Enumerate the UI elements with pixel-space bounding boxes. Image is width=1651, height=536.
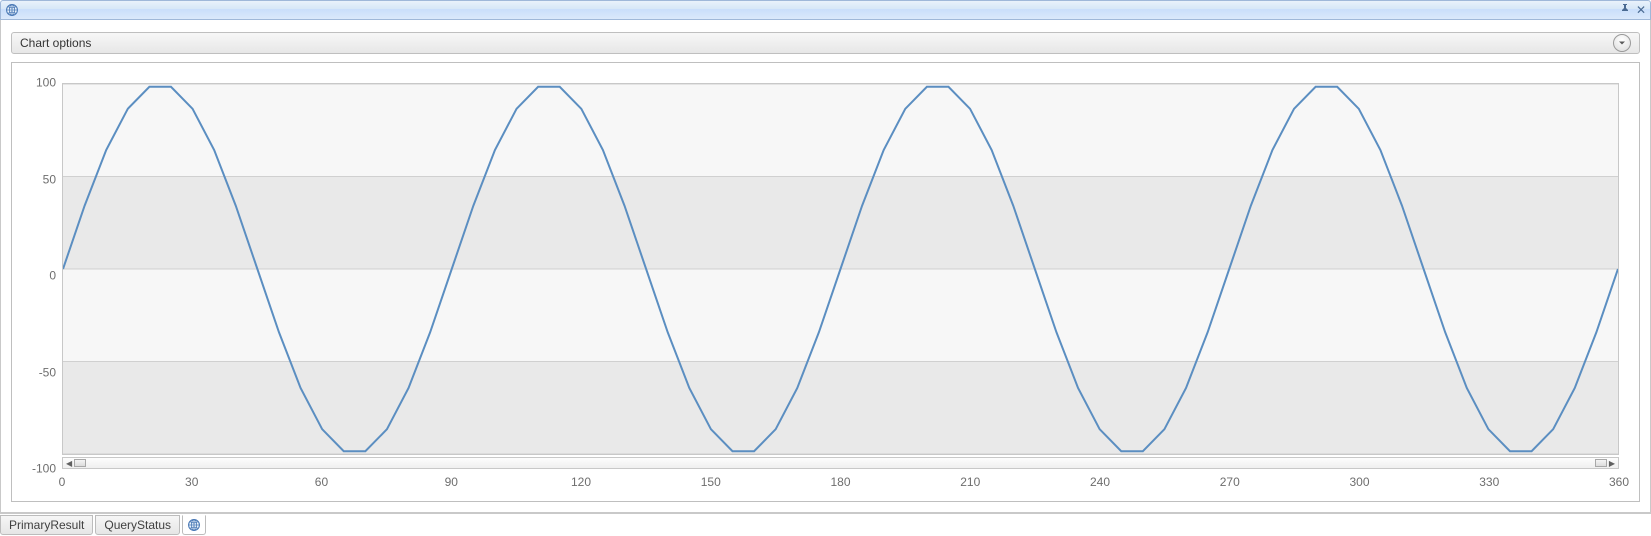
x-tick-label: 150 bbox=[701, 475, 721, 489]
x-tick-label: 30 bbox=[185, 475, 198, 489]
panel-title-bar: ✕ bbox=[0, 0, 1651, 20]
x-tick-label: 90 bbox=[445, 475, 458, 489]
tab-chart[interactable] bbox=[182, 515, 206, 535]
range-right-arrow-icon[interactable]: ▶ bbox=[1607, 459, 1617, 468]
x-tick-label: 360 bbox=[1609, 475, 1629, 489]
panel-body: Chart options 100500-50-100 ◀ bbox=[0, 20, 1651, 513]
x-axis: 0306090120150180210240270300330360 bbox=[62, 471, 1619, 497]
x-tick-label: 300 bbox=[1349, 475, 1369, 489]
x-tick-label: 120 bbox=[571, 475, 591, 489]
globe-icon bbox=[187, 518, 201, 532]
tab-primary-result-label: PrimaryResult bbox=[9, 518, 84, 532]
range-track[interactable] bbox=[74, 459, 1607, 467]
x-tick-label: 330 bbox=[1479, 475, 1499, 489]
globe-icon bbox=[5, 3, 19, 17]
plot-svg bbox=[63, 84, 1618, 454]
x-tick-label: 210 bbox=[960, 475, 980, 489]
plot-area bbox=[62, 83, 1619, 455]
x-tick-label: 270 bbox=[1220, 475, 1240, 489]
range-left-arrow-icon[interactable]: ◀ bbox=[64, 459, 74, 468]
range-handle-left[interactable] bbox=[74, 459, 86, 467]
tab-query-status-label: QueryStatus bbox=[104, 518, 171, 532]
range-handle-right[interactable] bbox=[1595, 459, 1607, 467]
tab-query-status[interactable]: QueryStatus bbox=[95, 515, 180, 535]
y-axis: 100500-50-100 bbox=[32, 83, 62, 469]
chart-panel: ✕ Chart options 100500-50-100 ◀ bbox=[0, 0, 1651, 536]
chart-frame: 100500-50-100 ◀ ▶ bbox=[11, 62, 1640, 502]
pin-icon[interactable] bbox=[1620, 4, 1630, 17]
close-icon[interactable]: ✕ bbox=[1636, 4, 1646, 16]
x-tick-label: 180 bbox=[830, 475, 850, 489]
x-tick-label: 60 bbox=[315, 475, 328, 489]
chart-options-bar: Chart options bbox=[11, 32, 1640, 54]
x-tick-label: 240 bbox=[1090, 475, 1110, 489]
chart-options-label: Chart options bbox=[20, 36, 91, 50]
x-tick-label: 0 bbox=[59, 475, 66, 489]
tab-primary-result[interactable]: PrimaryResult bbox=[0, 515, 93, 535]
chart-options-dropdown-button[interactable] bbox=[1613, 34, 1631, 52]
x-range-slider[interactable]: ◀ ▶ bbox=[62, 457, 1619, 469]
result-tabs: PrimaryResult QueryStatus bbox=[0, 513, 1651, 536]
